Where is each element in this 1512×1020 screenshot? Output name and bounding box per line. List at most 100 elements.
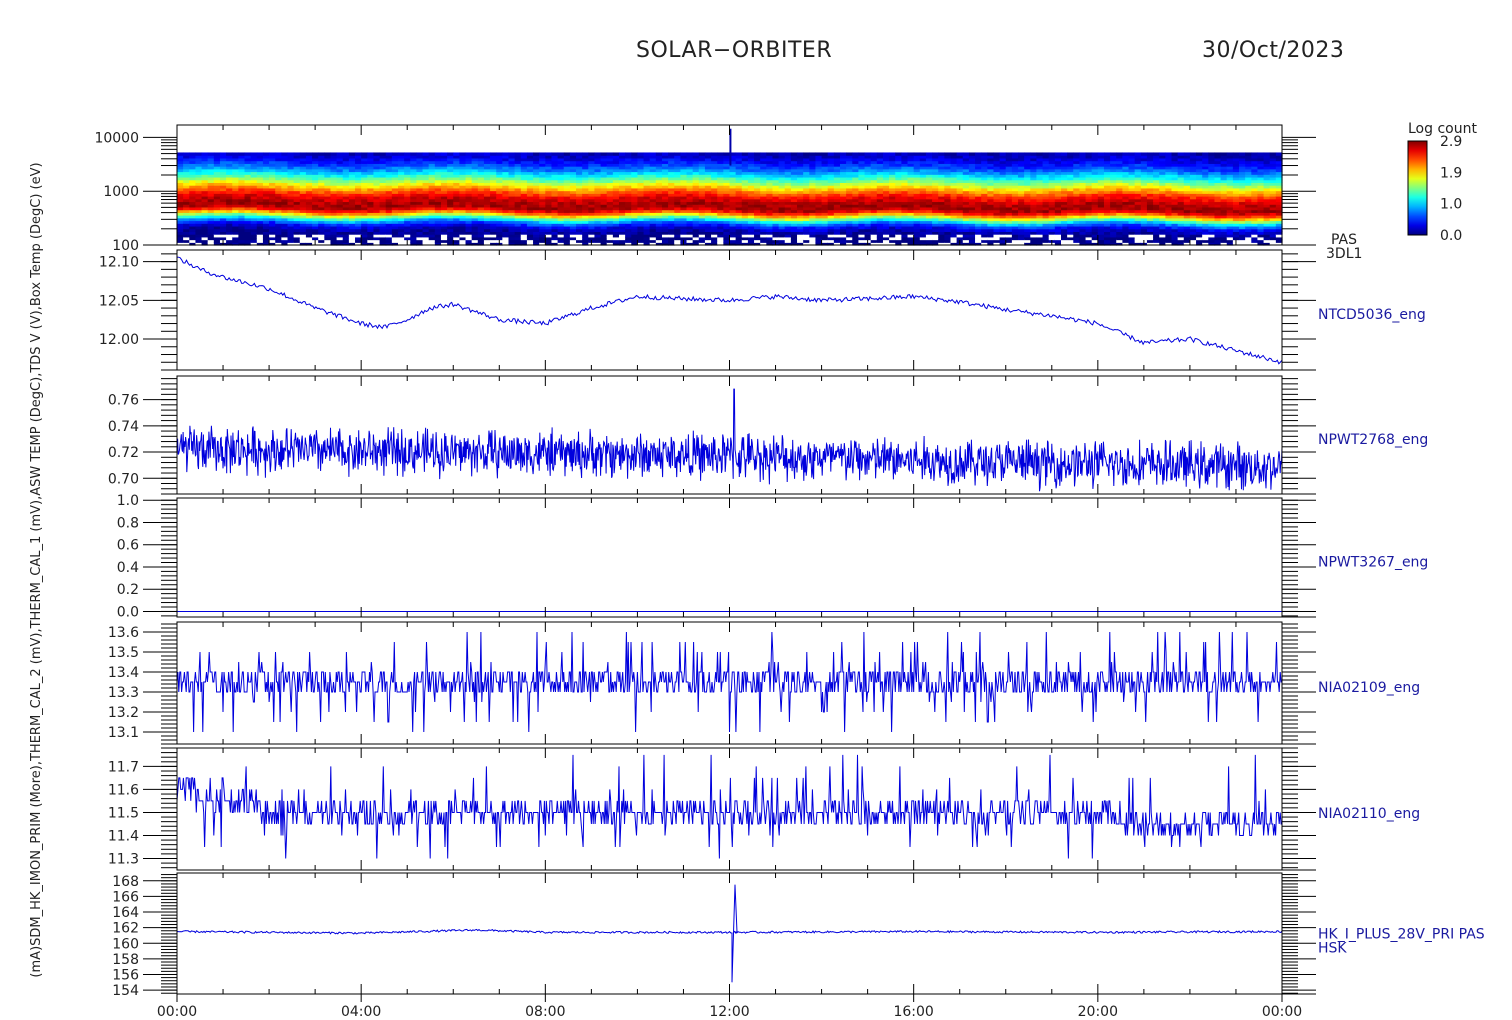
spectrogram-cell (262, 152, 270, 156)
spectrogram-cell (551, 152, 559, 156)
spectrogram-cell (576, 152, 583, 156)
spectrogram-cell (747, 152, 755, 156)
spectrogram-cell (895, 152, 902, 156)
spectrogram-cell (256, 152, 264, 156)
spectrogram-cell (643, 152, 651, 156)
spectrogram-cell (1018, 152, 1025, 156)
spectrogram-cell (809, 152, 817, 156)
spectrogram-cell (925, 152, 933, 156)
spectrogram-cell (465, 152, 473, 156)
spectrogram-cell (440, 152, 448, 156)
spectrogram-cell (760, 152, 767, 156)
spectrogram-cell (704, 152, 712, 156)
spectrogram-cell (852, 152, 860, 156)
spectrogram-cell (840, 152, 847, 156)
spectrogram-cell (533, 152, 540, 156)
spectrogram-cell (1042, 152, 1050, 156)
spectrogram-cell (1030, 152, 1038, 156)
spectrogram-cell (876, 152, 884, 156)
spectrogram-cell (483, 152, 491, 156)
spectrogram-cell (882, 152, 890, 156)
spectrogram-cell (305, 152, 313, 156)
spectrogram-cell (797, 152, 804, 156)
spectrogram-cell (938, 152, 945, 156)
spectrogram-cell (318, 152, 325, 156)
spectrogram-cell (600, 152, 608, 156)
chart-figure: SOLAR−ORBITER 30/Oct/2023 Log count 2.9 1.… (0, 0, 1512, 1020)
spectrogram-cell (870, 152, 878, 156)
spectrogram-cell (342, 152, 350, 156)
spectrogram-cell (447, 152, 454, 156)
spectrogram-cell (471, 152, 479, 156)
spectrogram-cell (975, 152, 982, 156)
spectrogram-cell (422, 152, 430, 156)
spectrogram-cell (269, 152, 276, 156)
spectrogram-cell (508, 152, 516, 156)
spectrogram-cell (232, 152, 239, 156)
spectrogram-cell (250, 152, 258, 156)
spectrogram-cell (520, 152, 528, 156)
spectrogram-cell (459, 152, 467, 156)
spectrogram-cell (324, 152, 332, 156)
spectrogram-cell (563, 152, 571, 156)
spectrogram-cell (987, 152, 995, 156)
spectrogram-cell (213, 152, 221, 156)
spectrogram-cell (330, 152, 338, 156)
spectrogram-cell (968, 152, 976, 156)
spectrogram-cell (803, 152, 810, 156)
spectrogram-cell (637, 152, 645, 156)
spectrogram-cell (183, 152, 190, 156)
spectrogram-cell (391, 152, 399, 156)
spectrogram-cell (619, 152, 626, 156)
spectrogram-cell (238, 152, 246, 156)
spectrogram-cell (889, 152, 896, 156)
spectrogram-cell (1067, 152, 1074, 156)
spectrogram-cell (686, 152, 694, 156)
spectrogram-cell (244, 152, 252, 156)
spectrogram-cell (711, 152, 718, 156)
spectrogram-cell (355, 152, 362, 156)
spectrogram-cell (754, 152, 761, 156)
spectrogram-cell (219, 152, 227, 156)
spectrogram-cell (919, 152, 927, 156)
spectrogram-cell (1011, 152, 1019, 156)
spectrogram-cell (778, 152, 786, 156)
spectrogram-cell (490, 152, 497, 156)
spectrogram-cell (606, 152, 614, 156)
spectrogram-cell (569, 152, 577, 156)
spectrogram-cell (827, 152, 835, 156)
spectrogram-cell (582, 152, 589, 156)
spectrogram-cell (631, 152, 639, 156)
spectrogram-cell (784, 152, 792, 156)
spectrogram-cell (416, 152, 424, 156)
spectrogram-cell (398, 152, 405, 156)
spectrogram-cell (674, 152, 681, 156)
spectrogram-cell (367, 152, 375, 156)
spectrogram-cell (189, 152, 197, 156)
spectrogram-cell (833, 152, 841, 156)
spectrogram-cell (336, 152, 344, 156)
spectrogram-cell (539, 152, 546, 156)
spectrogram-cell (741, 152, 749, 156)
spectrogram-cell (735, 152, 743, 156)
spectrogram-cell (379, 152, 387, 156)
spectrogram-cell (815, 152, 823, 156)
spectrogram-cell (496, 152, 503, 156)
spectrogram-cell (649, 152, 657, 156)
spectrogram-cell (692, 152, 700, 156)
spectrogram-cell (177, 152, 184, 156)
spectrogram-cell (950, 152, 958, 156)
spectrogram-cell (625, 152, 632, 156)
spectrogram-image (177, 152, 1283, 246)
spectrogram-cell (385, 152, 393, 156)
spectrogram-cell (404, 152, 411, 156)
spectrogram-cell (1061, 152, 1068, 156)
plot-svg: Log count2.91.91.00.0100100010000PAS3DL1… (29, 121, 1485, 1020)
spectrogram-cell (434, 152, 442, 156)
spectrogram-cell (723, 152, 731, 156)
spectrogram-cell (668, 152, 675, 156)
spectrogram-cell (312, 152, 319, 156)
spectrogram-cell (698, 152, 706, 156)
spectrogram-cell (453, 152, 460, 156)
spectrogram-cell (956, 152, 964, 156)
